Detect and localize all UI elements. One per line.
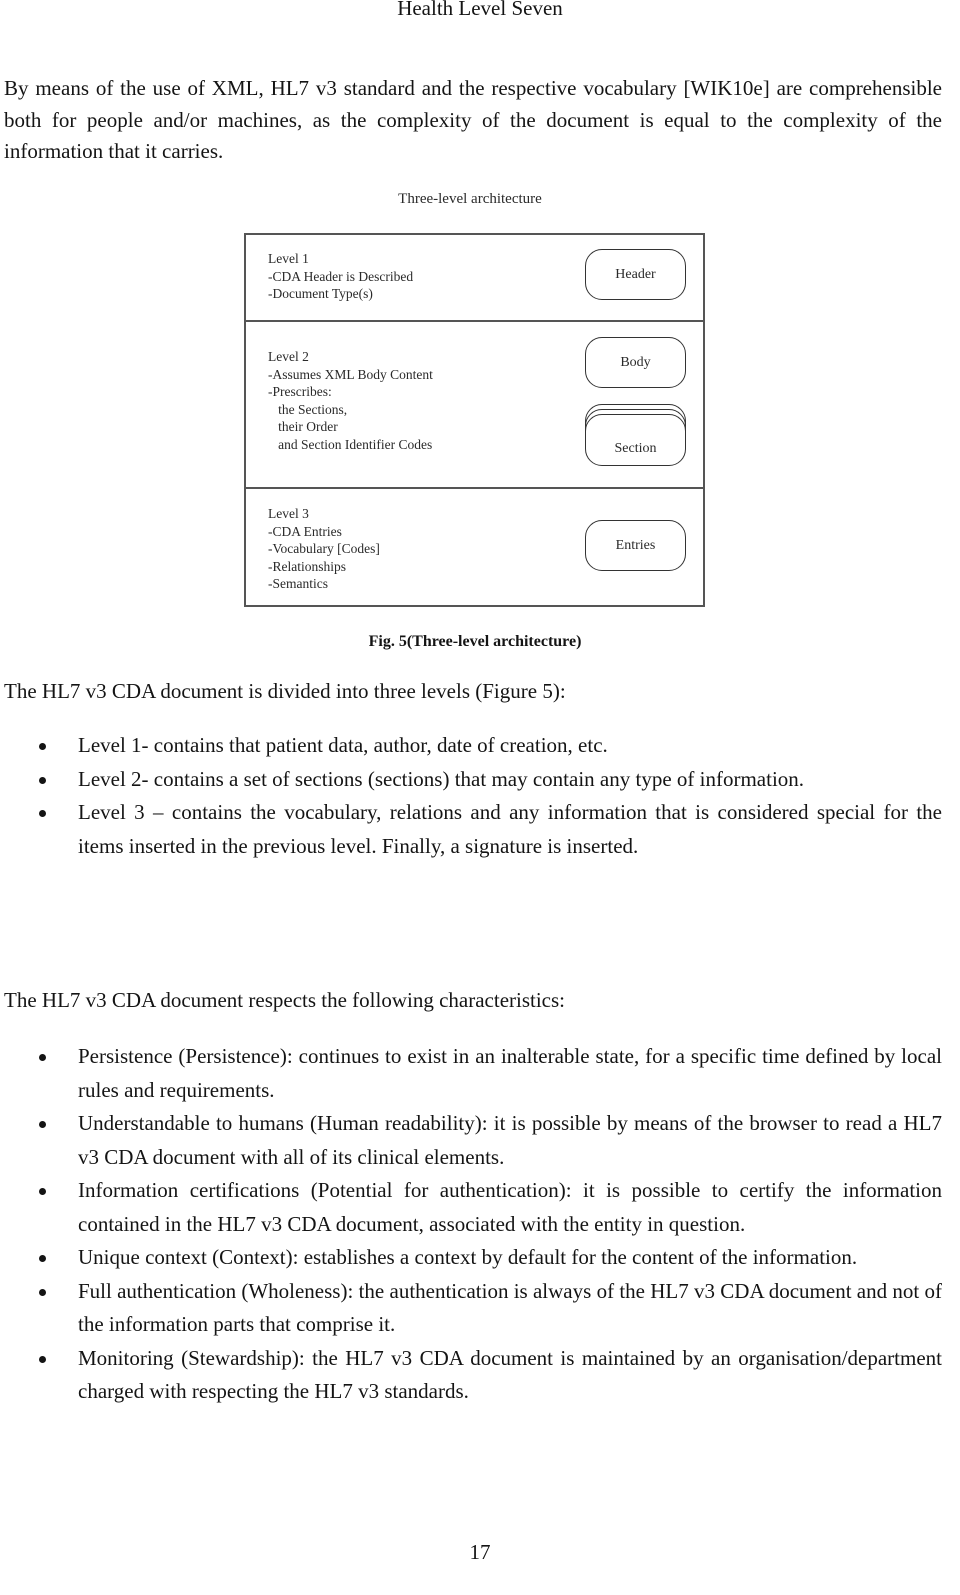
level-1-description: Level 1 -CDA Header is Described -Docume…	[268, 251, 414, 301]
list-item-text: Level 3 – contains the vocabulary, relat…	[78, 800, 942, 858]
list-item-text: Persistence (Persistence): continues to …	[78, 1044, 942, 1102]
list-item-text: Level 1- contains that patient data, aut…	[78, 733, 608, 757]
list-item: Information certifications (Potential fo…	[0, 1174, 942, 1241]
level-2-description: Level 2 -Assumes XML Body Content -Presc…	[268, 349, 433, 452]
running-header: Health Level Seven	[397, 0, 563, 20]
entries-box: Entries	[585, 520, 686, 571]
intro-paragraph: By means of the use of XML, HL7 v3 stand…	[4, 76, 942, 163]
figure-frame: Level 1 -CDA Header is Described -Docume…	[244, 233, 705, 607]
body-box: Body	[585, 337, 686, 388]
level-divider	[246, 487, 703, 489]
list-item: Level 3 – contains the vocabulary, relat…	[0, 796, 942, 863]
section-box: Section	[585, 414, 686, 466]
list-item-text: Understandable to humans (Human readabil…	[78, 1111, 942, 1169]
bullet-icon	[39, 1288, 46, 1296]
list-item: Persistence (Persistence): continues to …	[0, 1040, 942, 1107]
bullet-icon	[39, 810, 46, 817]
bullet-icon	[39, 1188, 46, 1195]
list-item: Understandable to humans (Human readabil…	[0, 1107, 942, 1174]
list-item: Unique context (Context): establishes a …	[0, 1241, 942, 1275]
list-item: Level 1- contains that patient data, aut…	[0, 729, 942, 763]
list-item: Monitoring (Stewardship): the HL7 v3 CDA…	[0, 1342, 942, 1409]
list-item-text: Information certifications (Potential fo…	[78, 1178, 942, 1236]
page-number: 17	[469, 1540, 491, 1564]
bullet-icon	[39, 1054, 46, 1061]
list-item: Full authentication (Wholeness): the aut…	[0, 1275, 942, 1342]
levels-paragraph: The HL7 v3 CDA document is divided into …	[4, 679, 566, 703]
list-item-text: Level 2- contains a set of sections (sec…	[78, 766, 805, 791]
bullet-icon	[39, 1121, 46, 1128]
list-item-text: Full authentication (Wholeness): the aut…	[78, 1278, 942, 1337]
header-box: Header	[585, 249, 686, 300]
levels-list: Level 1- contains that patient data, aut…	[0, 729, 942, 863]
bullet-icon	[39, 1255, 46, 1262]
bullet-icon	[39, 1355, 46, 1363]
characteristics-list: Persistence (Persistence): continues to …	[0, 1040, 942, 1409]
list-item-text: Unique context (Context): establishes a …	[78, 1245, 858, 1269]
list-item: Level 2- contains a set of sections (sec…	[0, 763, 942, 797]
bullet-icon	[39, 776, 46, 784]
list-item-text: Monitoring (Stewardship): the HL7 v3 CDA…	[78, 1345, 942, 1404]
figure-title: Three-level architecture	[398, 191, 542, 207]
bullet-icon	[39, 743, 46, 750]
figure-caption: Fig. 5(Three-level architecture)	[368, 633, 582, 650]
characteristics-paragraph: The HL7 v3 CDA document respects the fol…	[4, 988, 566, 1012]
level-3-description: Level 3 -CDA Entries -Vocabulary [Codes]…	[268, 506, 380, 591]
level-divider	[246, 320, 703, 322]
